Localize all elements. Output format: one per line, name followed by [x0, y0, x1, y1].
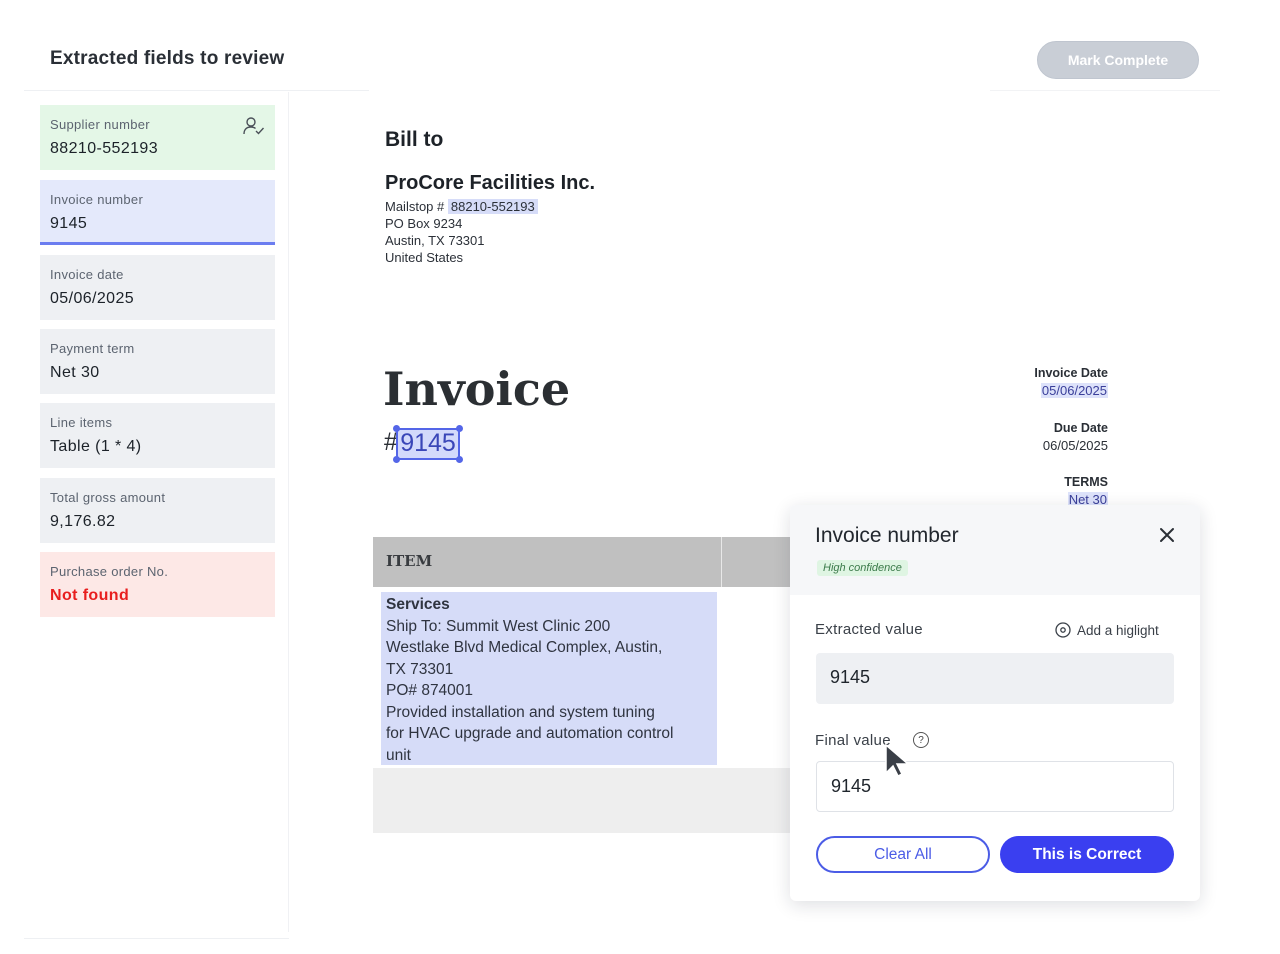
final-value-input[interactable]: 9145 [816, 761, 1174, 812]
popover-header [790, 505, 1200, 595]
due-date-value: 06/05/2025 [1042, 438, 1108, 453]
table-header-item: ITEM [373, 537, 722, 587]
cursor-icon [885, 743, 911, 778]
divider [990, 90, 1220, 91]
mailstop-highlight[interactable]: 88210-552193 [447, 199, 538, 214]
field-card-invoice-number[interactable]: Invoice number 9145 [40, 180, 275, 245]
final-value-label: Final value [815, 732, 891, 749]
line-item-highlight[interactable]: Services Ship To: Summit West Clinic 200… [381, 592, 717, 765]
table-footer-row [373, 768, 791, 833]
field-label: Payment term [50, 341, 135, 356]
page-title: Extracted fields to review [50, 48, 285, 69]
this-is-correct-button[interactable]: This is Correct [1000, 836, 1174, 873]
company-name: ProCore Facilities Inc. [385, 172, 596, 194]
field-value: 05/06/2025 [50, 290, 135, 307]
popover-title: Invoice number [815, 524, 959, 547]
add-highlight-button[interactable]: Add a higlight [1055, 622, 1159, 638]
field-edit-popover: Invoice number High confidence Extracted… [790, 505, 1200, 901]
help-icon[interactable]: ? [913, 732, 929, 748]
field-label: Invoice number [50, 192, 144, 207]
field-card-purchase-order[interactable]: Purchase order No. Not found [40, 552, 275, 617]
user-check-icon [243, 117, 265, 135]
field-card-supplier-number[interactable]: Supplier number 88210-552193 [40, 105, 275, 170]
line-item-text: Ship To: Summit West Clinic 200 [386, 617, 611, 635]
divider [24, 938, 289, 939]
extracted-value-field: 9145 [816, 653, 1174, 704]
confidence-badge: High confidence [817, 560, 908, 576]
field-card-invoice-date[interactable]: Invoice date 05/06/2025 [40, 255, 275, 320]
field-label: Total gross amount [50, 490, 166, 505]
field-label: Purchase order No. [50, 564, 169, 579]
line-item-text: TX 73301 [386, 660, 454, 678]
field-card-line-items[interactable]: Line items Table (1 * 4) [40, 403, 275, 468]
field-value: 9145 [50, 215, 88, 232]
address-line: PO Box 9234 [385, 216, 463, 231]
invoice-date-highlight[interactable]: 05/06/2025 [1040, 383, 1108, 398]
address-line: Mailstop # 88210-552193 [385, 199, 538, 215]
field-card-total-gross-amount[interactable]: Total gross amount 9,176.82 [40, 478, 275, 543]
clear-all-button[interactable]: Clear All [816, 836, 990, 873]
invoice-heading: Invoice [383, 362, 571, 416]
line-item-text: Provided installation and system tuning [386, 703, 655, 721]
terms-label: TERMS [1064, 475, 1108, 489]
field-label: Supplier number [50, 117, 150, 132]
field-card-payment-term[interactable]: Payment term Net 30 [40, 329, 275, 394]
line-item-title: Services [386, 596, 450, 613]
line-item-text: Westlake Blvd Medical Complex, Austin, [386, 639, 663, 656]
divider [24, 90, 369, 91]
close-icon[interactable] [1156, 524, 1178, 546]
resize-handle[interactable] [393, 425, 400, 432]
field-value: Table (1 * 4) [50, 438, 142, 455]
bill-to-heading: Bill to [385, 128, 444, 151]
sidebar-divider [288, 92, 289, 932]
line-item-text: unit [386, 746, 411, 764]
field-value-missing: Not found [50, 587, 130, 604]
field-value: Net 30 [50, 364, 100, 381]
due-date-label: Due Date [1053, 421, 1108, 435]
line-item-text: for HVAC upgrade and automation control [386, 725, 674, 742]
field-label: Line items [50, 415, 113, 430]
resize-handle[interactable] [456, 425, 463, 432]
resize-handle[interactable] [393, 456, 400, 463]
field-label: Invoice date [50, 267, 124, 282]
resize-handle[interactable] [456, 456, 463, 463]
invoice-number-highlight[interactable]: 9145 [393, 425, 463, 463]
field-value: 88210-552193 [50, 140, 159, 157]
address-line: United States [385, 250, 464, 265]
invoice-date-label: Invoice Date [1034, 366, 1108, 380]
invoice-date-value: 05/06/2025 [1040, 383, 1108, 398]
extracted-value-label: Extracted value [815, 621, 923, 638]
add-highlight-icon [1055, 622, 1071, 638]
line-item-text: PO# 874001 [386, 682, 474, 699]
field-value: 9,176.82 [50, 513, 116, 530]
mark-complete-button[interactable]: Mark Complete [1037, 41, 1199, 79]
mailstop-prefix: Mailstop # [385, 199, 445, 214]
invoice-number-text: 9145 [400, 428, 456, 457]
address-line: Austin, TX 73301 [385, 233, 485, 248]
add-highlight-label: Add a higlight [1077, 622, 1159, 638]
